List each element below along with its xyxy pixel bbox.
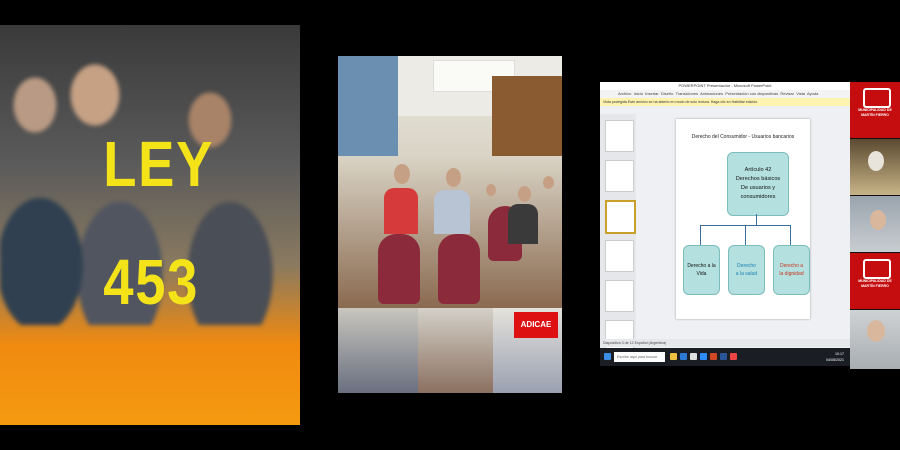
participant-face (867, 320, 885, 342)
poster-title: LEY 453 (103, 105, 215, 341)
taskbar-search-input[interactable]: Escribe aquí para buscar (614, 352, 665, 362)
slide-thumbnail[interactable] (605, 240, 634, 272)
slide-canvas[interactable]: Derecho del Consumidor - Usuarios bancar… (676, 119, 810, 319)
connector-line (756, 214, 757, 225)
attendee-head (518, 186, 531, 202)
store-icon[interactable] (690, 353, 697, 360)
collage-photo (418, 308, 493, 393)
logo-caption: MUNICIPALIDAD DE MARTÍN FIERRO (858, 279, 892, 288)
main-box-line2: Derechos básicos (735, 176, 781, 182)
participant-tile-video[interactable] (850, 139, 900, 195)
main-box-line1: Artículo 42 (744, 167, 772, 173)
participant-tile-logo[interactable]: MUNICIPALIDAD DE MARTÍN FIERRO (850, 253, 900, 309)
tab-transiciones[interactable]: Transiciones (676, 91, 699, 96)
file-explorer-icon[interactable] (670, 353, 677, 360)
adicae-banner: ADICAE (514, 312, 558, 338)
powerpoint-icon[interactable] (710, 353, 717, 360)
child-box-line1: Derecho (737, 263, 756, 269)
chair (378, 234, 420, 304)
tab-inicio[interactable]: Inicio (634, 91, 643, 96)
ribbon-tabs: Archivo Inicio Insertar Diseño Transicio… (600, 90, 850, 98)
participant-face (870, 210, 886, 230)
edge-icon[interactable] (680, 353, 687, 360)
windows-start-icon[interactable] (604, 353, 611, 360)
attendee (508, 204, 538, 244)
powerpoint-window: POWERPOINT Presentación - Microsoft Powe… (600, 82, 850, 366)
child-box-line1: Derecho a (779, 263, 804, 269)
slide-thumbnail[interactable] (605, 160, 634, 192)
tab-insertar[interactable]: Insertar (645, 91, 659, 96)
child-box-dignidad: Derecho a la dignidad (773, 245, 810, 295)
child-box-salud: Derecho a la salud (728, 245, 765, 295)
logo-caption: MUNICIPALIDAD DE MARTÍN FIERRO (858, 108, 892, 117)
participant-tile-logo[interactable]: MUNICIPALIDAD DE MARTÍN FIERRO (850, 82, 900, 138)
meeting-room-photo (338, 56, 562, 308)
chair (438, 234, 480, 304)
word-icon[interactable] (720, 353, 727, 360)
clock-date: 04/08/2021 (826, 358, 844, 362)
slide-thumbnail[interactable] (605, 120, 634, 152)
tab-animaciones[interactable]: Animaciones (700, 91, 723, 96)
tab-vista[interactable]: Vista (796, 91, 805, 96)
participant-tile-video[interactable] (850, 196, 900, 252)
attendee-head (394, 164, 410, 184)
window-title: POWERPOINT Presentación - Microsoft Powe… (600, 82, 850, 90)
participant-tile-video[interactable] (850, 310, 900, 369)
slide-thumbnails (600, 114, 636, 352)
tab-presentacion[interactable]: Presentación con diapositivas (725, 91, 778, 96)
wall-panel (492, 76, 562, 156)
ley-453-poster: LEY 453 (0, 25, 300, 425)
tab-revisar[interactable]: Revisar (780, 91, 794, 96)
article-42-box: Artículo 42 Derechos básicos De usuarios… (727, 152, 789, 216)
attendee (384, 188, 418, 234)
slide-title: Derecho del Consumidor - Usuarios bancar… (691, 134, 795, 140)
poster-title-line2: 453 (103, 246, 200, 318)
attendee-head (543, 176, 554, 189)
municipality-logo-icon (863, 88, 891, 108)
event-collage: ADICAE (338, 308, 562, 393)
tab-archivo[interactable]: Archivo (618, 91, 631, 96)
attendee-head (486, 184, 496, 196)
participant-face (868, 151, 884, 171)
windows-taskbar: Escribe aquí para buscar 10:17 04/08/202… (600, 348, 850, 366)
main-box-line3: De usuarios y consumidores (740, 185, 776, 200)
child-box-vida: Derecho a la Vida (683, 245, 720, 295)
connector-line (790, 225, 791, 245)
poster-title-line1: LEY (103, 128, 215, 200)
status-bar: Diapositiva 3 de 12 Español (Argentina) (600, 339, 850, 347)
slide-thumbnail[interactable] (605, 280, 634, 312)
participants-sidebar: MUNICIPALIDAD DE MARTÍN FIERRO MUNICIPAL… (850, 82, 900, 369)
tab-ayuda[interactable]: Ayuda (807, 91, 818, 96)
child-box-line2: a la salud (735, 271, 758, 277)
slide-thumbnail-active[interactable] (605, 200, 636, 234)
child-box-line1: Derecho a la (687, 263, 716, 269)
collage-photo (338, 308, 418, 393)
wall-poster (338, 56, 398, 156)
taskbar-clock[interactable]: 10:17 04/08/2021 (826, 351, 844, 363)
zoom-icon[interactable] (700, 353, 707, 360)
child-box-line2: Vida (696, 271, 707, 277)
chrome-icon[interactable] (730, 353, 737, 360)
attendee (434, 190, 470, 234)
tab-diseno[interactable]: Diseño (661, 91, 673, 96)
connector-line (745, 225, 746, 245)
child-box-line2: la dignidad (779, 271, 804, 277)
attendee-head (446, 168, 461, 187)
municipality-logo-icon (863, 259, 891, 279)
protected-view-notice: Vista protegida Este archivo se ha abier… (600, 98, 850, 106)
connector-line (700, 225, 701, 245)
